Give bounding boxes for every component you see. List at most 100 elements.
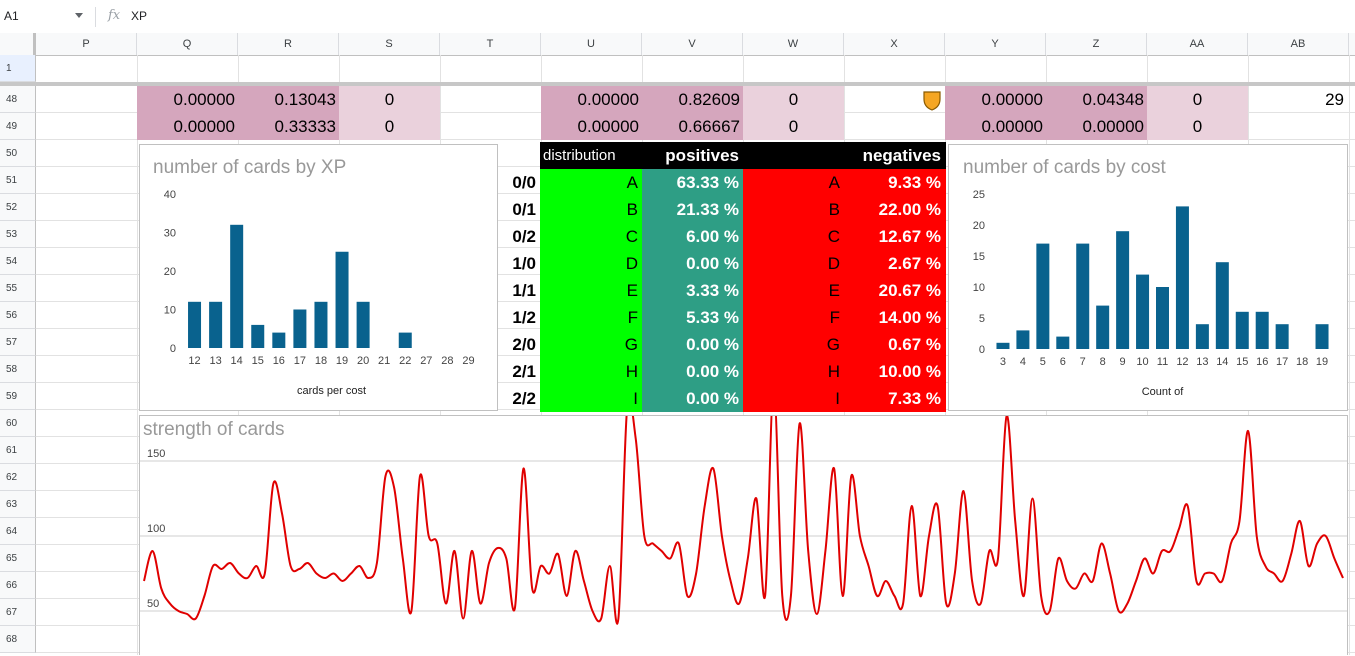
bar-22[interactable] <box>398 332 412 348</box>
negative-percent-cell[interactable]: 22.00 % <box>845 196 946 223</box>
cell-u49[interactable]: 0.00000 <box>541 113 642 140</box>
cell-q48[interactable]: 0.00000 <box>137 86 238 113</box>
bar-14[interactable] <box>1215 262 1229 349</box>
positive-letter-cell[interactable]: H <box>540 358 642 385</box>
bar-9[interactable] <box>1116 231 1130 349</box>
negative-percent-cell[interactable]: 20.67 % <box>845 277 946 304</box>
name-box[interactable]: A1 <box>4 9 19 23</box>
chart-strength-of-cards[interactable]: strength of cards 50 100 150 <box>139 415 1348 655</box>
row-header-58[interactable]: 58 <box>0 356 36 383</box>
cell-aa48[interactable]: 0 <box>1147 86 1248 113</box>
column-header-y[interactable]: Y <box>945 33 1046 55</box>
bar-12[interactable] <box>188 301 202 348</box>
bar-19[interactable] <box>335 251 349 348</box>
positive-letter-cell[interactable]: A <box>540 169 642 196</box>
cell-z48[interactable]: 0.04348 <box>1046 86 1147 113</box>
bar-5[interactable] <box>1036 243 1050 349</box>
positive-letter-cell[interactable]: I <box>540 385 642 412</box>
bar-16[interactable] <box>1255 311 1269 349</box>
bar-14[interactable] <box>230 224 244 348</box>
strength-line[interactable] <box>143 416 1344 625</box>
column-header-v[interactable]: V <box>642 33 743 55</box>
distribution-row-label[interactable]: 1/1 <box>498 277 540 304</box>
negative-letter-cell[interactable]: I <box>743 385 845 412</box>
bar-13[interactable] <box>209 301 223 348</box>
bar-17[interactable] <box>293 309 307 349</box>
row-header-68[interactable]: 68 <box>0 626 36 653</box>
distribution-row-label[interactable]: 0/0 <box>498 169 540 196</box>
cell-s49[interactable]: 0 <box>339 113 440 140</box>
row-header-60[interactable]: 60 <box>0 410 36 437</box>
row-header-62[interactable]: 62 <box>0 464 36 491</box>
positive-letter-cell[interactable]: B <box>540 196 642 223</box>
row-header-54[interactable]: 54 <box>0 248 36 275</box>
row-header-65[interactable]: 65 <box>0 545 36 572</box>
column-header-z[interactable]: Z <box>1046 33 1147 55</box>
cell-v48[interactable]: 0.82609 <box>642 86 743 113</box>
cell-v49[interactable]: 0.66667 <box>642 113 743 140</box>
distribution-row-label[interactable]: 2/2 <box>498 385 540 412</box>
row-header-53[interactable]: 53 <box>0 221 36 248</box>
column-header-x[interactable]: X <box>844 33 945 55</box>
row-header-67[interactable]: 67 <box>0 599 36 626</box>
distribution-row-label[interactable]: 0/2 <box>498 223 540 250</box>
bar-6[interactable] <box>1056 336 1070 349</box>
positive-percent-cell[interactable]: 3.33 % <box>642 277 743 304</box>
negative-letter-cell[interactable]: H <box>743 358 845 385</box>
positive-percent-cell[interactable]: 6.00 % <box>642 223 743 250</box>
row-header-59[interactable]: 59 <box>0 383 36 410</box>
negative-letter-cell[interactable]: A <box>743 169 845 196</box>
positive-letter-cell[interactable]: D <box>540 250 642 277</box>
bar-15[interactable] <box>251 324 265 348</box>
positive-percent-cell[interactable]: 63.33 % <box>642 169 743 196</box>
bar-20[interactable] <box>356 301 370 348</box>
positive-percent-cell[interactable]: 0.00 % <box>642 358 743 385</box>
cell-r48[interactable]: 0.13043 <box>238 86 339 113</box>
row-header-49[interactable]: 49 <box>0 113 36 140</box>
positive-letter-cell[interactable]: F <box>540 304 642 331</box>
column-header-aa[interactable]: AA <box>1147 33 1248 55</box>
column-header-w[interactable]: W <box>743 33 844 55</box>
distribution-row-label[interactable]: 2/1 <box>498 358 540 385</box>
formula-input[interactable]: XP <box>131 9 147 23</box>
bar-19[interactable] <box>1315 324 1329 349</box>
cell-y49[interactable]: 0.00000 <box>945 113 1046 140</box>
negative-letter-cell[interactable]: E <box>743 277 845 304</box>
negative-percent-cell[interactable]: 0.67 % <box>845 331 946 358</box>
distribution-header[interactable]: distribution <box>540 142 642 169</box>
positives-header[interactable]: positives <box>642 142 743 169</box>
row-header-57[interactable]: 57 <box>0 329 36 356</box>
bar-16[interactable] <box>272 332 286 348</box>
row-header-52[interactable]: 52 <box>0 194 36 221</box>
negative-percent-cell[interactable]: 2.67 % <box>845 250 946 277</box>
row-header-63[interactable]: 63 <box>0 491 36 518</box>
cell-q49[interactable]: 0.00000 <box>137 113 238 140</box>
negative-letter-cell[interactable]: C <box>743 223 845 250</box>
name-box-dropdown-icon[interactable] <box>75 13 83 18</box>
positive-percent-cell[interactable]: 5.33 % <box>642 304 743 331</box>
positive-percent-cell[interactable]: 21.33 % <box>642 196 743 223</box>
row-header-66[interactable]: 66 <box>0 572 36 599</box>
positive-percent-cell[interactable]: 0.00 % <box>642 250 743 277</box>
distribution-row-label[interactable]: 1/2 <box>498 304 540 331</box>
negative-percent-cell[interactable]: 7.33 % <box>845 385 946 412</box>
column-header-q[interactable]: Q <box>137 33 238 55</box>
row-header-55[interactable]: 55 <box>0 275 36 302</box>
cell-r49[interactable]: 0.33333 <box>238 113 339 140</box>
negative-percent-cell[interactable]: 12.67 % <box>845 223 946 250</box>
row-header-1[interactable]: 1 <box>0 55 36 82</box>
bar-11[interactable] <box>1156 287 1169 349</box>
distribution-row-label[interactable]: 0/1 <box>498 196 540 223</box>
positive-percent-cell[interactable]: 0.00 % <box>642 331 743 358</box>
negative-letter-cell[interactable]: D <box>743 250 845 277</box>
bar-13[interactable] <box>1195 324 1209 349</box>
negative-letter-cell[interactable]: F <box>743 304 845 331</box>
cell-s48[interactable]: 0 <box>339 86 440 113</box>
bar-17[interactable] <box>1275 324 1289 349</box>
row-header-61[interactable]: 61 <box>0 437 36 464</box>
column-header-r[interactable]: R <box>238 33 339 55</box>
bar-15[interactable] <box>1235 311 1249 349</box>
column-header-ab[interactable]: AB <box>1248 33 1349 55</box>
bar-8[interactable] <box>1096 305 1110 349</box>
select-all-corner[interactable] <box>0 33 36 55</box>
